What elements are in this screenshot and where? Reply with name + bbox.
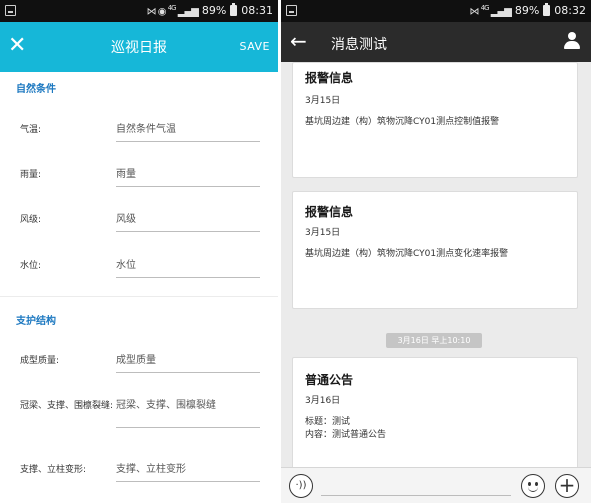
temperature-input[interactable]: 自然条件气温 — [116, 120, 260, 142]
chat-header: ← 消息测试 — [281, 22, 591, 62]
field-label-crown-beam-cracks: 冠梁、支撑、围檩裂缝: — [20, 401, 114, 411]
column-deformation-input[interactable]: 支撑、立柱变形 — [116, 460, 260, 482]
field-label-rainfall: 雨量: — [20, 170, 42, 180]
message-line-content: 内容：测试普通公告 — [305, 430, 387, 440]
battery-percent: 89% — [514, 4, 540, 18]
message-card[interactable]: 报警信息 3月15日 基坑周边建（构）筑物沉降CY01测点变化速率报警 — [292, 191, 578, 309]
crown-beam-cracks-input[interactable]: 冠梁、支撑、围檩裂缝 — [116, 396, 260, 428]
message-card[interactable]: 普通公告 3月16日 标题：测试 内容：测试普通公告 — [292, 357, 578, 477]
status-bar-left: ⋈ ◉ 4G ▂▄▆ 89% 08:31 — [0, 0, 278, 22]
chat-title: 消息测试 — [331, 37, 387, 53]
signal-icon: ⋈ ◉ 4G ▂▄▆ — [146, 4, 199, 18]
message-date: 3月15日 — [305, 228, 341, 238]
signal-icon: ⋈ 4G ▂▄▆ — [469, 4, 512, 18]
daily-inspection-screen: ⋈ ◉ 4G ▂▄▆ 89% 08:31 ✕ 巡视日报 SAVE 自然条件 气温… — [0, 0, 278, 503]
emoji-icon[interactable] — [521, 474, 545, 498]
plus-icon[interactable]: + — [555, 474, 579, 498]
time-divider: 3月16日 早上10:10 — [386, 333, 482, 348]
right-margin — [591, 0, 600, 503]
field-label-column-deformation: 支撑、立柱变形: — [20, 465, 87, 475]
app-bar: ✕ 巡视日报 SAVE — [0, 22, 278, 72]
field-label-wind: 风级: — [20, 215, 42, 225]
clock: 08:31 — [241, 4, 273, 18]
field-label-water-level: 水位: — [20, 261, 42, 271]
message-title: 普通公告 — [305, 373, 354, 387]
section-title-natural-conditions: 自然条件 — [16, 84, 56, 95]
water-level-input[interactable]: 水位 — [116, 256, 260, 278]
voice-icon[interactable]: ·)) — [289, 474, 313, 498]
section-title-support-structure: 支护结构 — [16, 316, 56, 327]
person-icon[interactable] — [563, 32, 581, 50]
battery-icon — [230, 3, 238, 17]
message-title: 报警信息 — [305, 71, 354, 85]
battery-icon — [543, 3, 551, 17]
section-divider — [0, 296, 278, 297]
message-card[interactable]: 报警信息 3月15日 基坑周边建（构）筑物沉降CY01测点控制值报警 — [292, 62, 578, 178]
message-date: 3月15日 — [305, 96, 341, 106]
wind-input[interactable]: 风级 — [116, 210, 260, 232]
notification-icon — [5, 5, 16, 16]
rainfall-input[interactable]: 雨量 — [116, 165, 260, 187]
message-title: 报警信息 — [305, 205, 354, 219]
arrow-left-icon[interactable]: ← — [290, 28, 307, 54]
forming-quality-input[interactable]: 成型质量 — [116, 351, 260, 373]
message-line-title: 标题：测试 — [305, 417, 351, 427]
battery-percent: 89% — [201, 4, 227, 18]
message-input-bar: ·)) + — [281, 467, 591, 503]
status-bar-right: ⋈ 4G ▂▄▆ 89% 08:32 — [281, 0, 591, 22]
message-date: 3月16日 — [305, 396, 341, 406]
field-label-forming-quality: 成型质量: — [20, 356, 60, 366]
clock: 08:32 — [554, 4, 586, 18]
field-label-temperature: 气温: — [20, 125, 42, 135]
page-title: 巡视日报 — [111, 40, 167, 56]
message-input[interactable] — [321, 495, 511, 496]
notification-icon — [286, 5, 297, 16]
message-body: 基坑周边建（构）筑物沉降CY01测点控制值报警 — [305, 117, 500, 127]
message-test-screen: ⋈ 4G ▂▄▆ 89% 08:32 ← 消息测试 报警信息 3月15日 基坑周… — [281, 0, 591, 503]
save-button[interactable]: SAVE — [240, 40, 270, 53]
message-body: 基坑周边建（构）筑物沉降CY01测点变化速率报警 — [305, 249, 509, 259]
